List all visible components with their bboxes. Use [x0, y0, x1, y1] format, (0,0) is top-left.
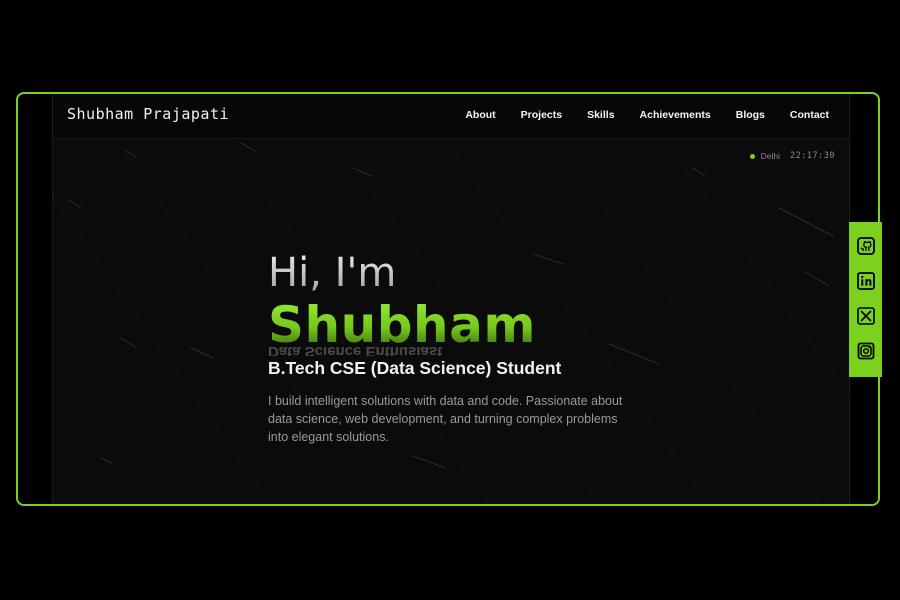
nav-link-skills[interactable]: Skills [587, 109, 614, 121]
nav-link-contact[interactable]: Contact [790, 109, 829, 121]
brand-name[interactable]: Shubham Prajapati [67, 105, 229, 123]
browser-frame: Shubham Prajapati About Projects Skills … [16, 92, 880, 506]
hero-ghost-text: Data Science Enthusiast [268, 347, 443, 356]
location-label: Delhi [760, 151, 781, 161]
location-status: Delhi 22:17:30 [749, 151, 835, 161]
nav-link-projects[interactable]: Projects [521, 109, 562, 121]
navbar: Shubham Prajapati About Projects Skills … [53, 94, 849, 139]
portfolio-page: Shubham Prajapati About Projects Skills … [52, 94, 850, 504]
nav-link-blogs[interactable]: Blogs [736, 109, 765, 121]
nav-link-achievements[interactable]: Achievements [640, 109, 711, 121]
github-link[interactable] [856, 237, 875, 255]
hero-greeting: Hi, I'm [268, 250, 397, 296]
instagram-icon [857, 342, 874, 360]
linkedin-icon [856, 272, 875, 290]
nav-link-about[interactable]: About [465, 109, 495, 121]
online-dot-icon [749, 153, 755, 159]
instagram-link[interactable] [857, 342, 875, 360]
nav-links: About Projects Skills Achievements Blogs… [465, 109, 829, 121]
x-twitter-link[interactable] [856, 307, 875, 325]
github-icon [856, 237, 875, 255]
hero-bio: I build intelligent solutions with data … [268, 394, 623, 444]
linkedin-link[interactable] [856, 272, 875, 290]
hero-name: Shubham [268, 296, 536, 354]
social-sidebar [849, 222, 882, 377]
hero-subtitle: B.Tech CSE (Data Science) Student [268, 358, 562, 378]
clock-time: 22:17:30 [790, 151, 835, 161]
x-twitter-icon [856, 307, 875, 325]
